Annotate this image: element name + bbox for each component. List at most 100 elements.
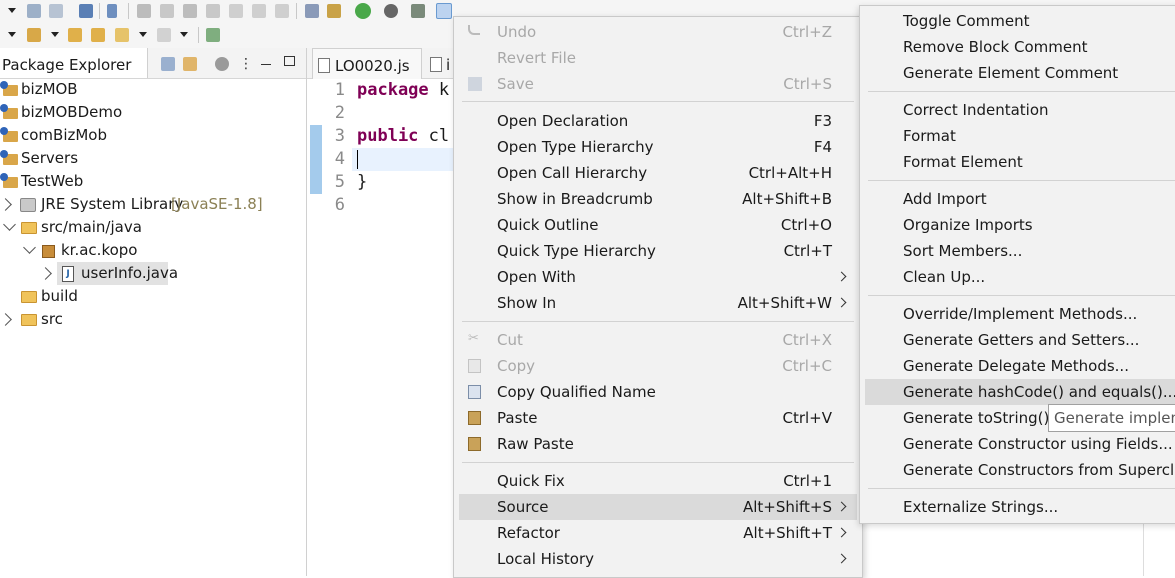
resume-icon[interactable] bbox=[137, 4, 151, 18]
expand-arrow-icon[interactable] bbox=[0, 198, 12, 211]
step-into-icon[interactable] bbox=[229, 4, 243, 18]
undo-icon bbox=[468, 25, 480, 35]
menu-item-open-call-hierarchy[interactable]: Open Call Hierarchy Ctrl+Alt+H bbox=[454, 160, 862, 186]
menu-item-show-in[interactable]: Show In Alt+Shift+W bbox=[454, 290, 862, 316]
submenu-item-generate-element-comment[interactable]: Generate Element Comment bbox=[860, 60, 1175, 86]
menu-item-undo[interactable]: Undo Ctrl+Z bbox=[454, 19, 862, 45]
submenu-item-generate-constructor-fields[interactable]: Generate Constructor using Fields... bbox=[860, 431, 1175, 457]
expand-arrow-icon[interactable] bbox=[0, 313, 12, 326]
forward-icon[interactable] bbox=[157, 28, 171, 42]
menu-item-cut[interactable]: ✂ Cut Ctrl+X bbox=[454, 327, 862, 353]
submenu-item-externalize-strings[interactable]: Externalize Strings... bbox=[860, 494, 1175, 520]
submenu-item-correct-indentation[interactable]: Correct Indentation bbox=[860, 97, 1175, 123]
menu-item-open-type-hierarchy[interactable]: Open Type Hierarchy F4 bbox=[454, 134, 862, 160]
collapse-arrow-icon[interactable] bbox=[3, 218, 16, 231]
submenu-item-add-import[interactable]: Add Import bbox=[860, 186, 1175, 212]
menu-item-show-in-breadcrumb[interactable]: Show in Breadcrumb Alt+Shift+B bbox=[454, 186, 862, 212]
tree-item-label: Servers bbox=[21, 149, 79, 167]
filter-icon[interactable] bbox=[215, 57, 229, 71]
save-icon[interactable] bbox=[27, 4, 41, 18]
file-icon bbox=[318, 58, 330, 73]
link-with-editor-icon[interactable] bbox=[183, 57, 197, 71]
dropdown-arrow-icon[interactable] bbox=[8, 8, 16, 13]
submenu-item-format-element[interactable]: Format Element bbox=[860, 149, 1175, 175]
line-number: 5 bbox=[334, 172, 345, 192]
menu-item-raw-paste[interactable]: Raw Paste bbox=[454, 431, 862, 457]
menu-item-local-history[interactable]: Local History bbox=[454, 546, 862, 572]
line-number: 4 bbox=[334, 149, 345, 169]
tab-label: LO0020.js bbox=[335, 57, 410, 75]
terminate-icon[interactable] bbox=[183, 4, 197, 18]
menu-lines-icon[interactable] bbox=[305, 4, 319, 18]
step-return-icon[interactable] bbox=[275, 4, 289, 18]
menu-item-revert-file[interactable]: Revert File bbox=[454, 45, 862, 71]
submenu-item-generate-delegate-methods[interactable]: Generate Delegate Methods... bbox=[860, 353, 1175, 379]
pen-icon[interactable] bbox=[436, 3, 452, 19]
editor-context-menu: Undo Ctrl+Z Revert File Save Ctrl+S Open D… bbox=[453, 16, 863, 578]
menu-item-open-with[interactable]: Open With bbox=[454, 264, 862, 290]
maximize-icon[interactable] bbox=[284, 56, 295, 66]
menu-item-open-declaration[interactable]: Open Declaration F3 bbox=[454, 108, 862, 134]
disconnect-icon[interactable] bbox=[206, 4, 220, 18]
submenu-item-override-implement-methods[interactable]: Override/Implement Methods... bbox=[860, 301, 1175, 327]
collapse-arrow-icon[interactable] bbox=[23, 241, 36, 254]
submenu-item-toggle-comment[interactable]: Toggle Comment bbox=[860, 8, 1175, 34]
tree-item-userinfo[interactable]: J userInfo.java bbox=[0, 262, 306, 285]
java-file-icon: J bbox=[62, 266, 74, 282]
folder-icon bbox=[21, 314, 37, 326]
submenu-item-clean-up[interactable]: Clean Up... bbox=[860, 264, 1175, 290]
submenu-item-generate-hashcode-equals[interactable]: Generate hashCode() and equals()... bbox=[865, 379, 1175, 405]
menu-item-quick-type-hierarchy[interactable]: Quick Type Hierarchy Ctrl+T bbox=[454, 238, 862, 264]
menu-item-refactor[interactable]: Refactor Alt+Shift+T bbox=[454, 520, 862, 546]
gear-icon[interactable] bbox=[384, 4, 398, 18]
tree-item-label: TestWeb bbox=[21, 172, 84, 190]
menu-item-save[interactable]: Save Ctrl+S bbox=[454, 71, 862, 97]
menu-item-paste[interactable]: Paste Ctrl+V bbox=[454, 405, 862, 431]
menu-item-copy[interactable]: Copy Ctrl+C bbox=[454, 353, 862, 379]
build-icon[interactable] bbox=[327, 4, 341, 18]
bulb-icon[interactable] bbox=[411, 4, 425, 18]
submenu-arrow-icon bbox=[836, 271, 847, 282]
terminal-icon[interactable] bbox=[79, 4, 93, 18]
submenu-item-organize-imports[interactable]: Organize Imports bbox=[860, 212, 1175, 238]
spring-icon[interactable] bbox=[355, 3, 371, 19]
submenu-item-remove-block-comment[interactable]: Remove Block Comment bbox=[860, 34, 1175, 60]
menu-item-source[interactable]: Source Alt+Shift+S bbox=[459, 494, 857, 520]
dropdown-arrow-icon[interactable] bbox=[180, 32, 188, 37]
tab-lo0020-js[interactable]: LO0020.js bbox=[312, 48, 422, 79]
text-caret bbox=[357, 150, 358, 169]
submenu-item-generate-getters-setters[interactable]: Generate Getters and Setters... bbox=[860, 327, 1175, 353]
back-icon[interactable] bbox=[115, 28, 129, 42]
save-all-icon[interactable] bbox=[49, 4, 63, 18]
menu-item-quick-fix[interactable]: Quick Fix Ctrl+1 bbox=[454, 468, 862, 494]
suspend-icon[interactable] bbox=[160, 4, 174, 18]
expand-arrow-icon[interactable] bbox=[39, 267, 52, 280]
dropdown-arrow-icon[interactable] bbox=[8, 32, 16, 37]
save-icon bbox=[468, 77, 482, 91]
minimize-icon[interactable] bbox=[261, 64, 271, 65]
java-editor[interactable]: LO0020.js i 1 2 3 4 5 6 package k public… bbox=[307, 48, 455, 576]
submenu-item-sort-members[interactable]: Sort Members... bbox=[860, 238, 1175, 264]
menu-item-quick-outline[interactable]: Quick Outline Ctrl+O bbox=[454, 212, 862, 238]
next-annotation-icon[interactable] bbox=[91, 28, 105, 42]
open-perspective-icon[interactable] bbox=[206, 28, 220, 42]
tree-item-decoration: [JavaSE-1.8] bbox=[171, 195, 263, 213]
copy-qualified-name-icon bbox=[468, 385, 481, 399]
skip-breakpoints-icon[interactable] bbox=[107, 4, 117, 18]
collapse-all-icon[interactable] bbox=[161, 57, 175, 71]
pin-icon[interactable] bbox=[27, 28, 41, 42]
dropdown-arrow-icon[interactable] bbox=[51, 32, 59, 37]
submenu-item-generate-constructors-superclass[interactable]: Generate Constructors from Superclass... bbox=[860, 457, 1175, 483]
tab-label: i bbox=[446, 56, 451, 74]
prev-annotation-icon[interactable] bbox=[68, 28, 82, 42]
step-over-icon[interactable] bbox=[252, 4, 266, 18]
paste-icon bbox=[468, 411, 481, 425]
source-submenu: Toggle Comment Remove Block Comment Gene… bbox=[859, 5, 1175, 524]
view-menu-icon[interactable]: ⋮ bbox=[239, 57, 253, 71]
menu-item-copy-qualified-name[interactable]: Copy Qualified Name bbox=[454, 379, 862, 405]
tab-userinfo-java[interactable]: i bbox=[427, 48, 455, 78]
dropdown-arrow-icon[interactable] bbox=[139, 32, 147, 37]
tab-package-explorer[interactable]: Package Explorer bbox=[0, 48, 148, 78]
package-explorer-tabbar: Package Explorer ⋮ bbox=[0, 48, 306, 79]
submenu-item-format[interactable]: Format bbox=[860, 123, 1175, 149]
